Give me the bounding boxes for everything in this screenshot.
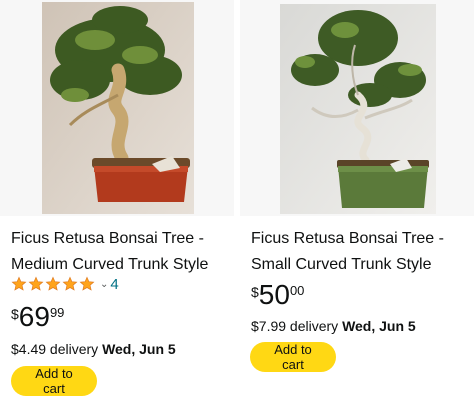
star-icon xyxy=(62,276,78,291)
product-price: $ 50 00 xyxy=(251,280,304,310)
star-rating xyxy=(11,276,96,292)
price-symbol: $ xyxy=(251,284,259,300)
star-icon xyxy=(45,276,61,291)
product-card: Ficus Retusa Bonsai Tree - Small Curved … xyxy=(240,0,474,412)
price-whole: 69 xyxy=(18,301,50,332)
star-icon xyxy=(11,276,27,291)
add-to-cart-button[interactable]: Add to cart xyxy=(11,366,97,396)
chevron-down-icon[interactable]: ⌄ xyxy=(100,279,108,290)
product-card: Ficus Retusa Bonsai Tree - Medium Curved… xyxy=(0,0,234,412)
product-rating[interactable]: ⌄ 4 xyxy=(11,274,119,294)
star-icon xyxy=(79,276,95,291)
delivery-info: $4.49 delivery Wed, Jun 5 xyxy=(11,340,176,358)
delivery-fee: $7.99 delivery xyxy=(251,318,339,334)
product-price: $ 69 99 xyxy=(11,302,64,332)
delivery-fee: $4.49 delivery xyxy=(11,341,99,357)
add-to-cart-button[interactable]: Add to cart xyxy=(250,342,336,372)
delivery-date: Wed, Jun 5 xyxy=(102,341,176,357)
delivery-info: $7.99 delivery Wed, Jun 5 xyxy=(251,317,416,335)
product-title[interactable]: Ficus Retusa Bonsai Tree - Small Curved … xyxy=(251,226,473,278)
price-symbol: $ xyxy=(11,306,19,322)
search-results-grid: Ficus Retusa Bonsai Tree - Medium Curved… xyxy=(0,0,474,412)
rating-count[interactable]: 4 xyxy=(110,276,118,293)
delivery-date: Wed, Jun 5 xyxy=(342,318,416,334)
product-image[interactable] xyxy=(240,0,474,216)
price-whole: 50 xyxy=(258,279,290,310)
product-image[interactable] xyxy=(0,0,234,216)
price-fraction: 99 xyxy=(49,305,65,320)
price-fraction: 00 xyxy=(289,283,305,298)
product-title[interactable]: Ficus Retusa Bonsai Tree - Medium Curved… xyxy=(11,226,233,278)
star-icon xyxy=(28,276,44,291)
